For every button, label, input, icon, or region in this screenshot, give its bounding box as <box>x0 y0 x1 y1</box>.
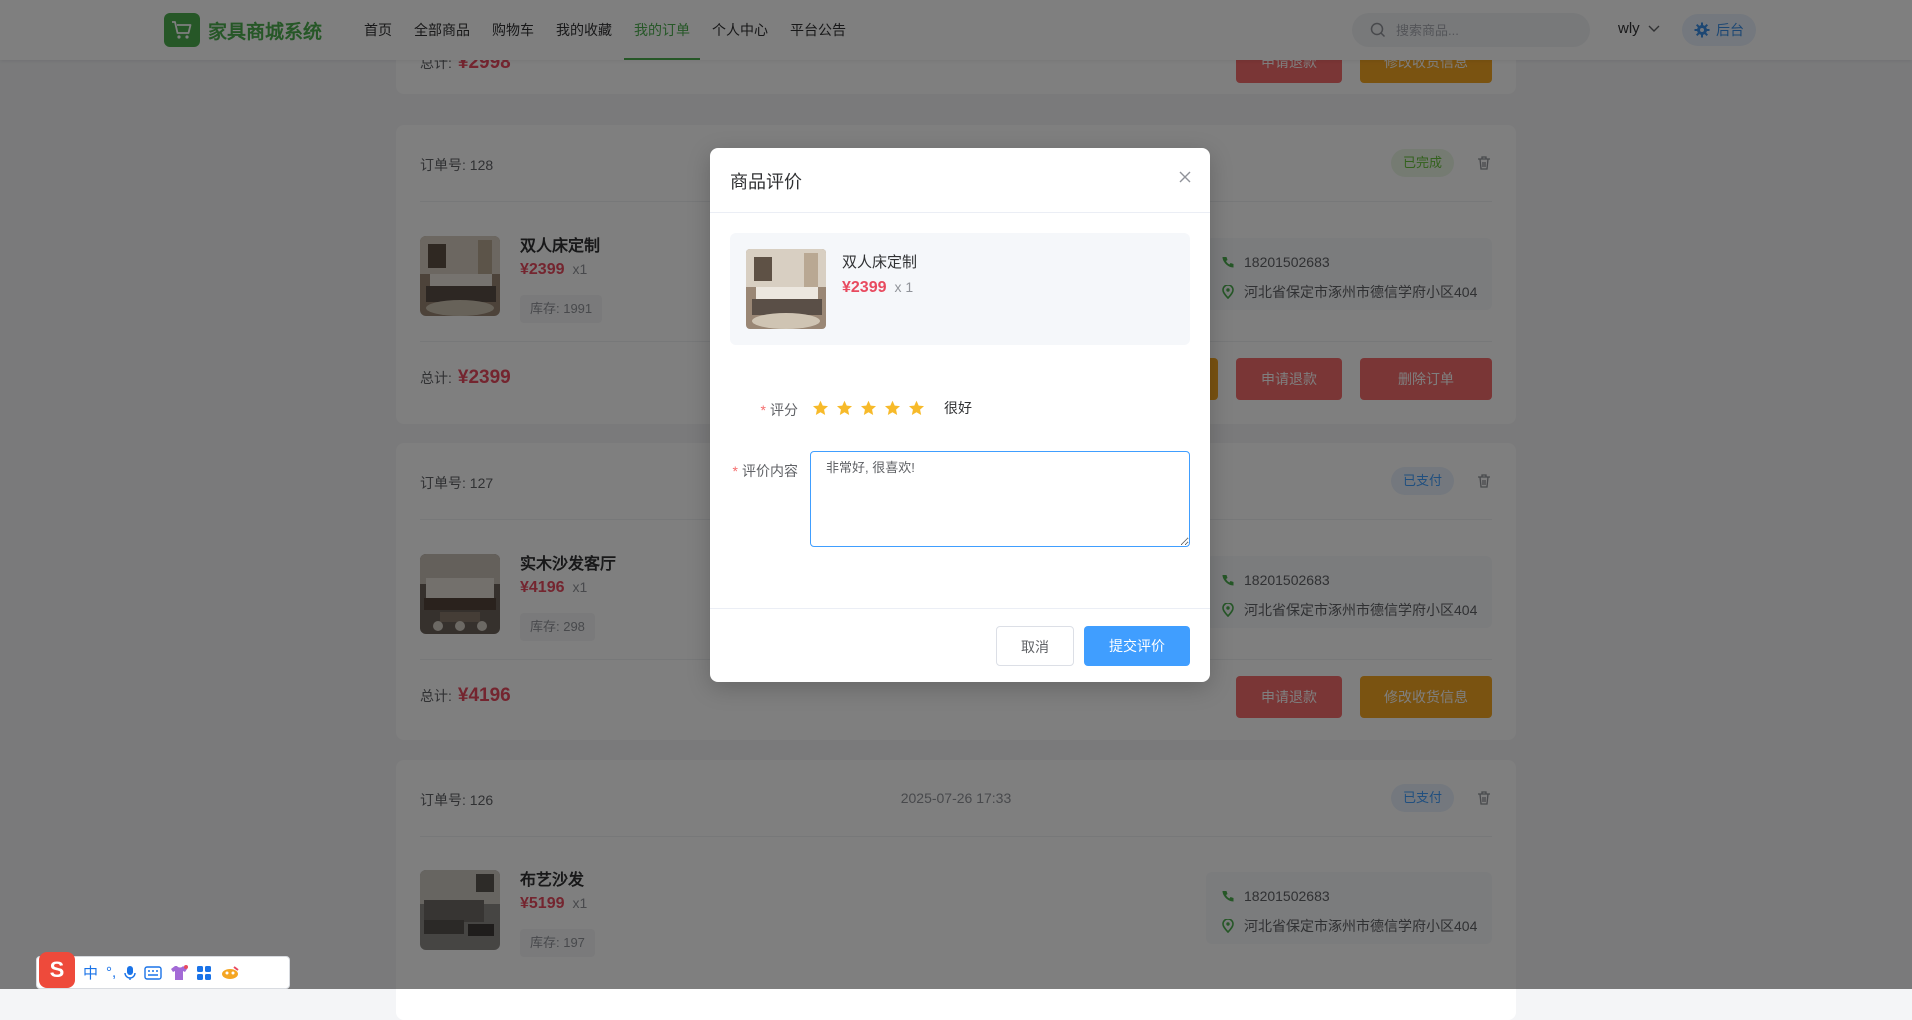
skin-shirt-icon[interactable] <box>170 964 189 981</box>
ime-logo-text: S <box>49 956 65 982</box>
mascot-icon[interactable] <box>220 965 240 981</box>
dialog-title: 商品评价 <box>730 172 802 192</box>
review-product-card: 双人床定制 ¥2399 x 1 <box>730 233 1190 345</box>
sogou-logo-icon[interactable]: S <box>39 951 75 988</box>
keyboard-icon[interactable] <box>144 965 162 980</box>
review-content-textarea[interactable] <box>810 451 1190 547</box>
star-icon[interactable] <box>908 400 925 416</box>
content-label-text: 评价内容 <box>742 463 798 479</box>
review-product-name: 双人床定制 <box>842 254 918 271</box>
review-product-price: ¥2399 x 1 <box>842 279 913 297</box>
rating-label: * 评分 <box>761 400 798 420</box>
star-icon[interactable] <box>836 400 853 416</box>
ime-mode-toggle[interactable]: 中 <box>83 962 98 983</box>
review-product-image <box>746 249 826 329</box>
dialog-header-divider <box>710 212 1210 213</box>
required-mark: * <box>760 402 766 418</box>
ime-punctuation-toggle[interactable]: °, <box>106 964 116 981</box>
rating-stars: 很好 <box>812 398 972 418</box>
content-label: * 评价内容 <box>733 461 798 481</box>
star-icon[interactable] <box>812 400 829 416</box>
rating-text: 很好 <box>944 400 972 416</box>
close-icon[interactable] <box>1178 170 1192 184</box>
apps-grid-icon[interactable] <box>196 965 212 981</box>
star-icon[interactable] <box>860 400 877 416</box>
microphone-icon[interactable] <box>124 965 136 981</box>
dialog-footer-divider <box>710 608 1210 609</box>
quantity: x 1 <box>894 279 914 295</box>
review-dialog: 商品评价 双人床定制 ¥2399x 1 *评分 很好 *评价内容 取消 提交评价 <box>710 148 1210 682</box>
cancel-button[interactable]: 取消 <box>996 626 1074 666</box>
submit-review-button[interactable]: 提交评价 <box>1084 626 1190 666</box>
price-value: ¥2399 <box>842 279 887 296</box>
required-mark: * <box>732 463 738 479</box>
star-icon[interactable] <box>884 400 901 416</box>
rating-label-text: 评分 <box>770 402 798 418</box>
ime-toolbar: S 中 °, <box>36 951 290 989</box>
